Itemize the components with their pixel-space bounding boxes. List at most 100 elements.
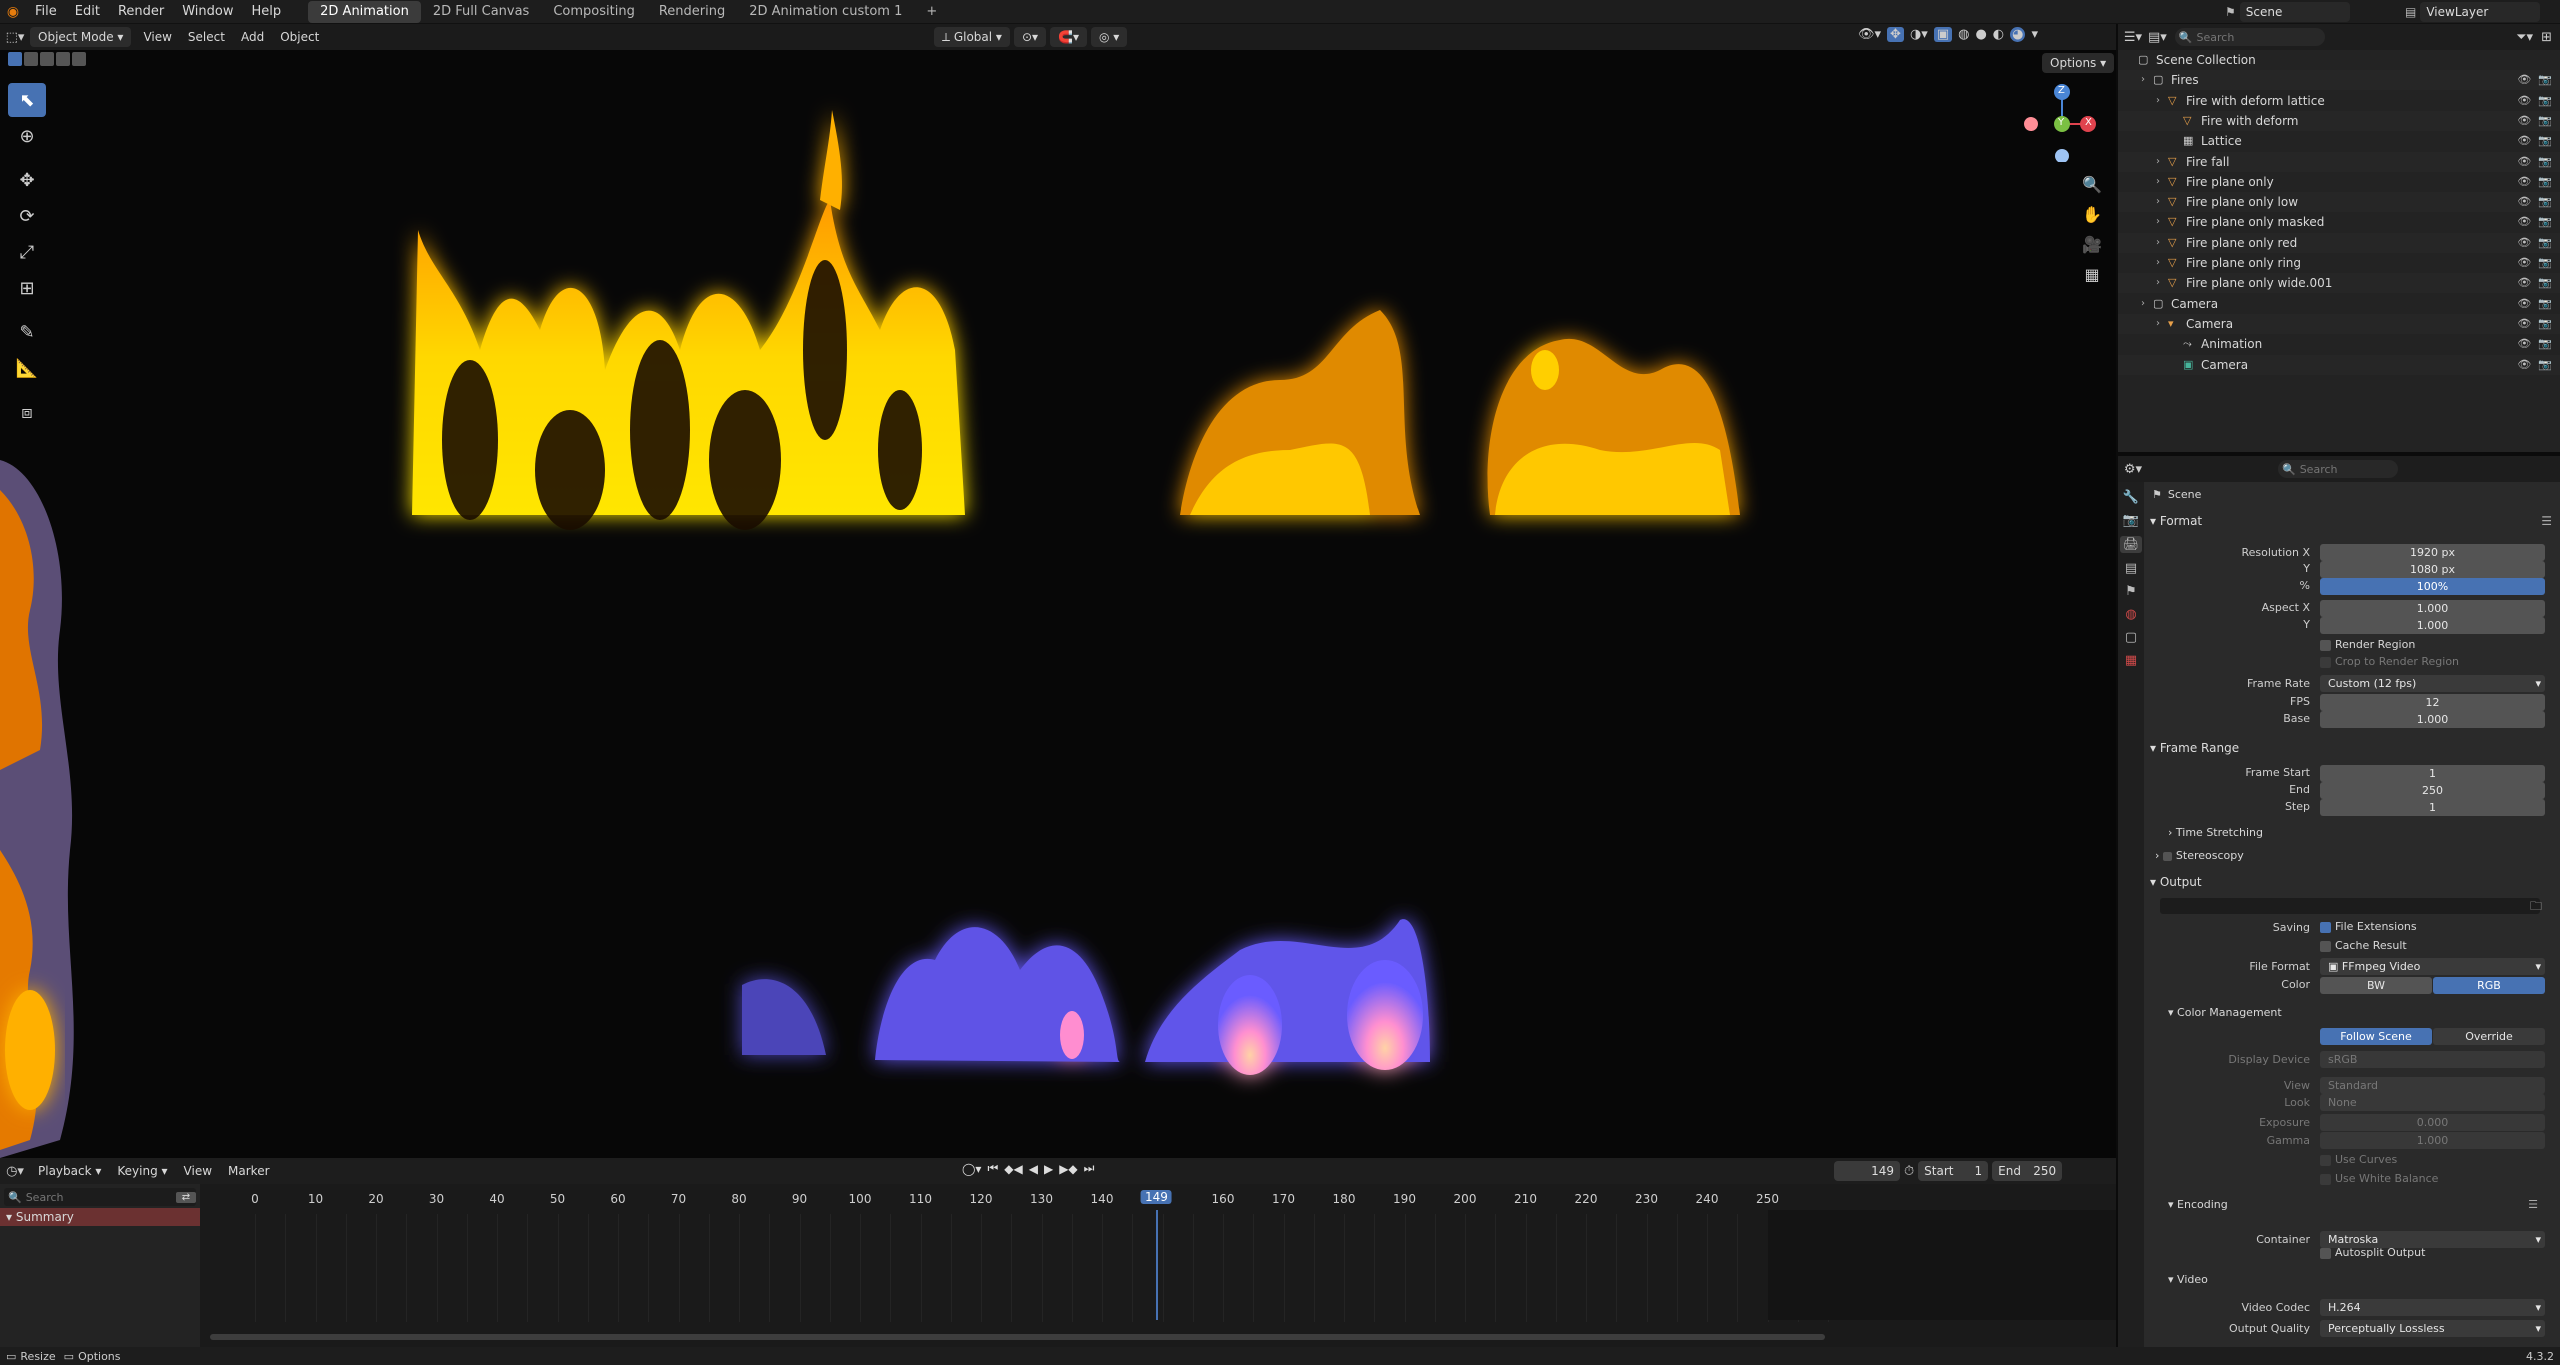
- scene-selector[interactable]: ⚑ Scene: [2225, 2, 2350, 22]
- 3d-viewport[interactable]: ⬉ ⊕ ✥ ⟳ ⤢ ⊞ ✎ 📐 ⧈ Options ▾ Z Y X 🔍 ✋ �: [0, 50, 2116, 1158]
- material-shading-icon[interactable]: ◐: [1993, 27, 2004, 42]
- select-invert-icon[interactable]: [56, 52, 70, 66]
- pan-hand-icon[interactable]: ✋: [2078, 200, 2106, 228]
- output-path-field[interactable]: [2160, 898, 2540, 914]
- tab-2d-full-canvas[interactable]: 2D Full Canvas: [421, 1, 542, 23]
- video-subpanel-header[interactable]: ▾ Video: [2168, 1273, 2208, 1286]
- jump-start-icon[interactable]: ⏮: [987, 1161, 998, 1176]
- jump-keyframe-back-icon[interactable]: ◆◀: [1004, 1162, 1022, 1176]
- base-field[interactable]: 1.000: [2320, 711, 2545, 728]
- eye-icon[interactable]: 👁: [2517, 294, 2531, 314]
- fps-field[interactable]: 12: [2320, 694, 2545, 711]
- eye-icon[interactable]: 👁: [2517, 91, 2531, 111]
- outliner-row[interactable]: › ▽ Fire plane only masked 👁 📷: [2118, 212, 2560, 232]
- menu-window[interactable]: Window: [173, 0, 242, 24]
- filter-icon[interactable]: ⏷▾: [2516, 30, 2533, 45]
- output-tab-icon[interactable]: 🖨: [2119, 536, 2143, 553]
- frame-end-prop-field[interactable]: 250: [2320, 782, 2545, 799]
- view-layer-selector[interactable]: ▤ ViewLayer: [2405, 2, 2541, 22]
- frame-start-prop-field[interactable]: 1: [2320, 765, 2545, 782]
- use-white-balance-checkbox[interactable]: Use White Balance: [2320, 1172, 2438, 1185]
- world-tab-icon[interactable]: ◍: [2125, 607, 2136, 622]
- channel-search[interactable]: 🔍 ⇄: [4, 1188, 196, 1206]
- play-reverse-icon[interactable]: ◀: [1029, 1162, 1038, 1176]
- tab-2d-animation[interactable]: 2D Animation: [308, 1, 421, 23]
- follow-scene-button[interactable]: Follow Scene: [2320, 1028, 2432, 1045]
- camera-view-icon[interactable]: 🎥: [2078, 230, 2106, 258]
- rendered-shading-icon[interactable]: ◕: [2010, 27, 2026, 42]
- file-format-dropdown[interactable]: ▣ FFmpeg Video ▾: [2320, 958, 2545, 975]
- blender-logo-icon[interactable]: ◉: [0, 4, 26, 20]
- frame-range-panel-header[interactable]: ▾ Frame Range: [2150, 737, 2552, 759]
- render-camera-icon[interactable]: 📷: [2538, 131, 2552, 151]
- resolution-x-field[interactable]: 1920 px: [2320, 544, 2545, 561]
- outliner-row[interactable]: ▣ Camera 👁 📷: [2118, 354, 2560, 375]
- texture-tab-icon[interactable]: ▦: [2125, 653, 2137, 668]
- current-frame-field[interactable]: 149: [1834, 1161, 1900, 1181]
- pivot-dropdown[interactable]: ⊙▾: [1013, 27, 1047, 47]
- frame-start-field[interactable]: Start 1: [1918, 1161, 1989, 1181]
- add-workspace-button[interactable]: +: [914, 1, 949, 23]
- menu-playback[interactable]: Playback ▾: [30, 1158, 109, 1184]
- eye-icon[interactable]: 👁: [2517, 131, 2531, 151]
- resolution-y-field[interactable]: 1080 px: [2320, 561, 2545, 578]
- playhead-line[interactable]: [1156, 1210, 1159, 1320]
- select-subtract-icon[interactable]: [40, 52, 54, 66]
- outliner-search[interactable]: 🔍: [2174, 28, 2325, 46]
- color-rgb-button[interactable]: RGB: [2433, 977, 2545, 994]
- shading-options-icon[interactable]: ▾: [2031, 27, 2038, 42]
- menu-timeline-view[interactable]: View: [176, 1158, 220, 1184]
- scale-tool[interactable]: ⤢: [8, 235, 46, 269]
- override-button[interactable]: Override: [2433, 1028, 2545, 1045]
- jump-keyframe-forward-icon[interactable]: ▶◆: [1059, 1162, 1077, 1176]
- outliner-row[interactable]: › ▾ Camera 👁 📷: [2118, 313, 2560, 334]
- outliner-row[interactable]: ▢ Scene Collection: [2118, 50, 2560, 70]
- color-management-subpanel-header[interactable]: ▾ Color Management: [2168, 1006, 2282, 1019]
- cache-result-box[interactable]: [2320, 940, 2331, 952]
- view-layer-tab-icon[interactable]: ▤: [2125, 561, 2137, 576]
- gamma-slider[interactable]: 1.000: [2320, 1132, 2545, 1149]
- eye-icon[interactable]: 👁: [2517, 172, 2531, 192]
- rotate-tool[interactable]: ⟳: [8, 199, 46, 233]
- cursor-tool[interactable]: ⊕: [8, 119, 46, 153]
- outliner-row[interactable]: › ▽ Fire plane only wide.001 👁 📷: [2118, 273, 2560, 294]
- render-camera-icon[interactable]: 📷: [2538, 172, 2552, 192]
- new-collection-icon[interactable]: ⊞: [2541, 30, 2552, 45]
- eye-icon[interactable]: 👁: [2517, 273, 2531, 293]
- outliner-row[interactable]: › ▽ Fire with deform lattice 👁 📷: [2118, 91, 2560, 111]
- view-layer-field[interactable]: ViewLayer: [2420, 2, 2541, 22]
- properties-search[interactable]: 🔍: [2278, 460, 2398, 478]
- render-camera-icon[interactable]: 📷: [2538, 294, 2552, 314]
- annotate-tool[interactable]: ✎: [8, 315, 46, 349]
- render-camera-icon[interactable]: 📷: [2538, 192, 2552, 212]
- menu-edit[interactable]: Edit: [66, 0, 109, 24]
- add-cube-tool[interactable]: ⧈: [8, 395, 46, 429]
- output-quality-dropdown[interactable]: Perceptually Lossless ▾: [2320, 1320, 2545, 1337]
- outliner-row[interactable]: ▦ Lattice 👁 📷: [2118, 131, 2560, 151]
- menu-add[interactable]: Add: [233, 24, 272, 50]
- eye-icon[interactable]: 👁: [2517, 70, 2531, 90]
- proportional-edit-toggle[interactable]: ◎ ▾: [1091, 27, 1128, 47]
- cache-result-checkbox[interactable]: Cache Result: [2320, 939, 2407, 952]
- encoding-subpanel-header[interactable]: ▾ Encoding ☰: [2168, 1198, 2538, 1211]
- time-stretching-subpanel[interactable]: › Time Stretching: [2168, 826, 2263, 839]
- outliner-row[interactable]: › ▽ Fire fall 👁 📷: [2118, 151, 2560, 172]
- menu-render[interactable]: Render: [109, 0, 173, 24]
- display-mode-icon[interactable]: ▤▾: [2148, 30, 2167, 45]
- use-curves-box[interactable]: [2320, 1154, 2331, 1166]
- select-extend-icon[interactable]: [24, 52, 38, 66]
- eye-icon[interactable]: 👁: [2517, 334, 2531, 354]
- outliner-row[interactable]: › ▽ Fire plane only red 👁 📷: [2118, 232, 2560, 253]
- frame-end-field[interactable]: End 250: [1992, 1161, 2063, 1181]
- scene-name-field[interactable]: Scene: [2239, 2, 2350, 22]
- visibility-icon[interactable]: 👁▾: [1858, 27, 1881, 42]
- select-new-icon[interactable]: [8, 52, 22, 66]
- solid-shading-icon[interactable]: ●: [1975, 27, 1986, 42]
- render-camera-icon[interactable]: 📷: [2538, 334, 2552, 354]
- expand-arrow-icon[interactable]: ›: [2141, 70, 2145, 90]
- menu-keying[interactable]: Keying ▾: [109, 1158, 175, 1184]
- expand-arrow-icon[interactable]: ›: [2156, 233, 2160, 253]
- aspect-y-field[interactable]: 1.000: [2320, 617, 2545, 634]
- use-white-balance-box[interactable]: [2320, 1173, 2331, 1185]
- eye-icon[interactable]: 👁: [2517, 233, 2531, 253]
